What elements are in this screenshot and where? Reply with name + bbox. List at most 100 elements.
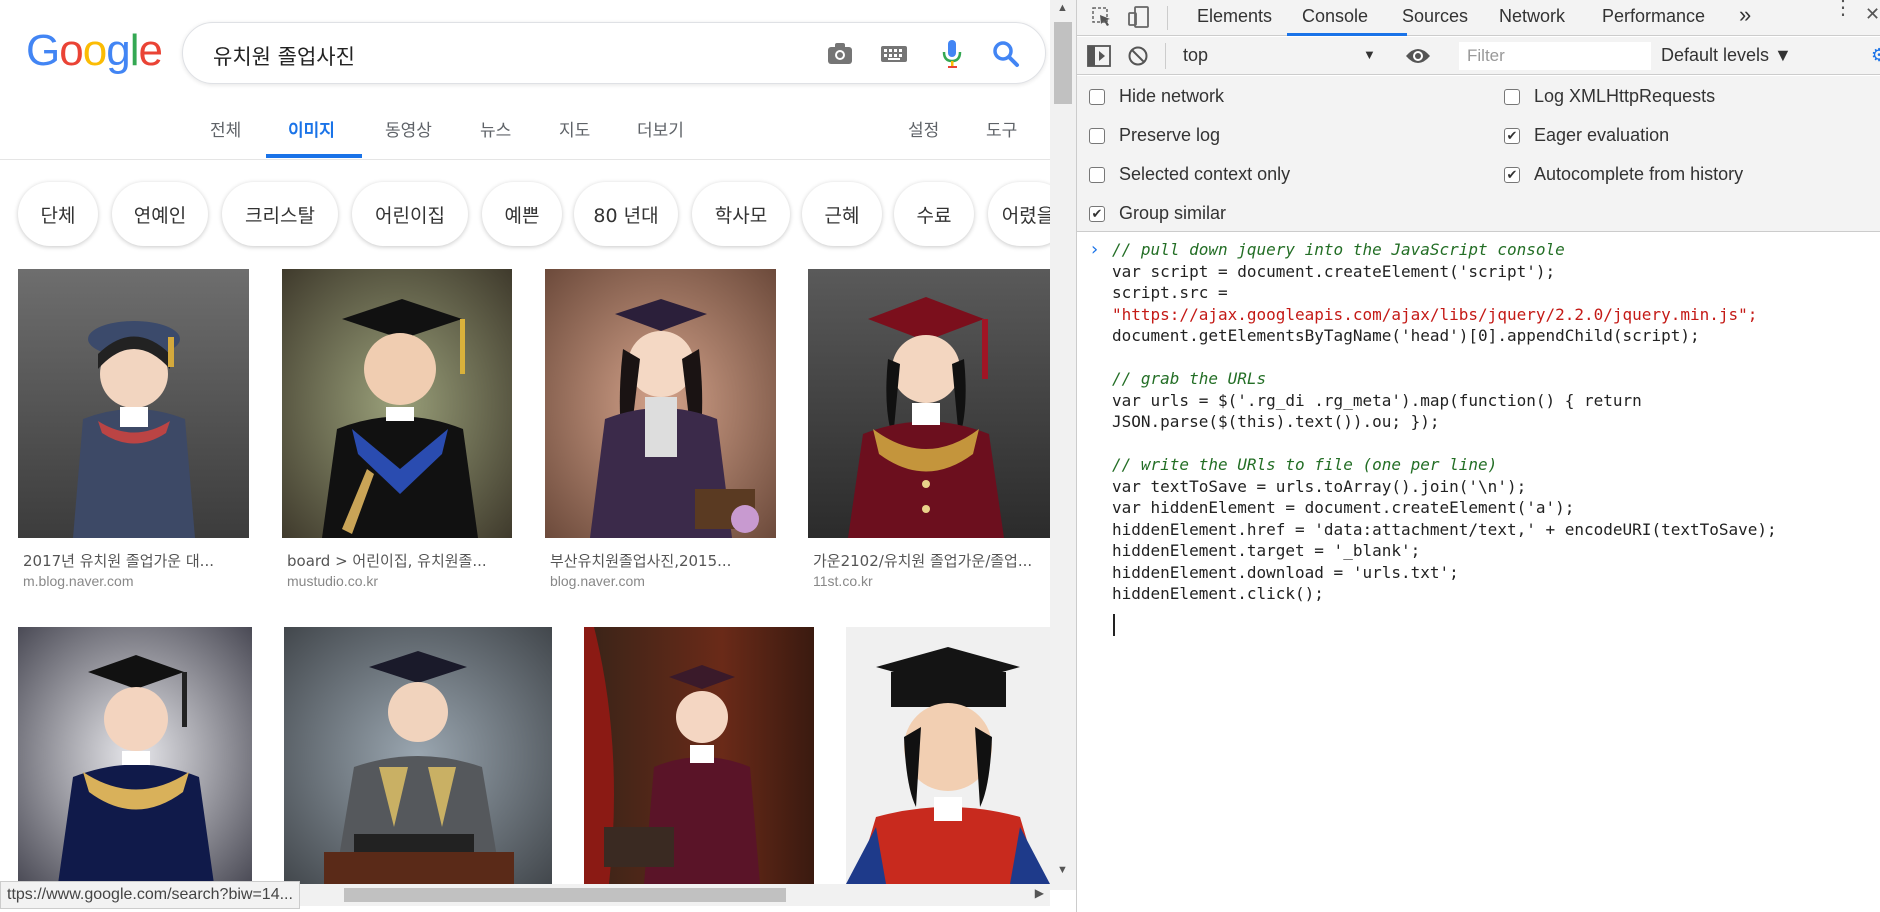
context-select[interactable]: top: [1183, 45, 1208, 66]
result-caption[interactable]: 2017년 유치원 졸업가운 대...: [23, 550, 248, 571]
chip[interactable]: 어렸을: [988, 182, 1050, 246]
chip[interactable]: 학사모: [692, 182, 790, 246]
scroll-down-arrow-icon[interactable]: ▼: [1057, 864, 1068, 876]
vertical-scrollbar[interactable]: ▲ ▼: [1050, 0, 1076, 890]
kebab-menu-icon[interactable]: ⋮: [1833, 0, 1853, 18]
context-dropdown-icon[interactable]: ▼: [1363, 47, 1376, 62]
camera-icon[interactable]: [825, 39, 855, 69]
checkbox-checked-icon[interactable]: ✔: [1504, 127, 1520, 144]
scroll-right-arrow-icon[interactable]: ▶: [1035, 886, 1044, 900]
code-line: "https://ajax.googleapis.com/ajax/libs/j…: [1112, 304, 1758, 324]
option-preserve-log[interactable]: Preserve log: [1089, 125, 1220, 146]
result-image[interactable]: [808, 269, 1050, 538]
checkbox[interactable]: [1089, 88, 1105, 105]
option-hide-network[interactable]: Hide network: [1089, 86, 1224, 107]
log-levels-select[interactable]: Default levels ▼: [1661, 45, 1792, 66]
option-label: Autocomplete from history: [1534, 164, 1744, 184]
google-logo[interactable]: Google: [26, 26, 163, 76]
option-label: Preserve log: [1119, 125, 1221, 145]
chip[interactable]: 연예인: [112, 182, 208, 246]
checkbox[interactable]: [1089, 127, 1105, 144]
inspect-element-icon[interactable]: [1091, 6, 1113, 33]
option-group-similar[interactable]: ✔ Group similar: [1089, 203, 1226, 224]
scroll-up-arrow-icon[interactable]: ▲: [1057, 2, 1068, 14]
tab-tools[interactable]: 도구: [986, 116, 1017, 141]
text-cursor: [1113, 614, 1115, 636]
search-icon[interactable]: [991, 39, 1021, 69]
result-source: 11st.co.kr: [813, 573, 873, 589]
result-image[interactable]: [846, 627, 1050, 884]
sidebar-toggle-icon[interactable]: [1087, 45, 1111, 72]
more-tabs-icon[interactable]: »: [1739, 2, 1751, 28]
chip[interactable]: 단체: [18, 182, 98, 246]
eye-icon[interactable]: [1405, 46, 1431, 71]
code-line: var urls = $('.rg_di .rg_meta').map(func…: [1112, 390, 1642, 410]
console-output[interactable]: › // pull down jquery into the JavaScrip…: [1077, 236, 1880, 912]
chip[interactable]: 어린이집: [352, 182, 468, 246]
result-caption[interactable]: 가운2102/유치원 졸업가운/졸업...: [813, 550, 1050, 571]
checkbox-checked-icon[interactable]: ✔: [1504, 166, 1520, 183]
clear-console-icon[interactable]: [1127, 45, 1149, 72]
chip[interactable]: 수료: [894, 182, 974, 246]
option-log-xhr[interactable]: Log XMLHttpRequests: [1504, 86, 1715, 107]
chip[interactable]: 80 년대: [574, 182, 678, 246]
gear-icon[interactable]: ⚙: [1871, 45, 1880, 66]
option-label: Log XMLHttpRequests: [1534, 86, 1716, 106]
result-image[interactable]: [284, 627, 552, 884]
tab-elements[interactable]: Elements: [1197, 6, 1272, 27]
option-selected-context[interactable]: Selected context only: [1089, 164, 1290, 185]
result-image[interactable]: [545, 269, 776, 538]
tab-sources[interactable]: Sources: [1402, 6, 1468, 27]
tab-settings[interactable]: 설정: [908, 116, 939, 141]
chip[interactable]: 예쁜: [482, 182, 562, 246]
checkbox[interactable]: [1089, 166, 1105, 183]
code-line: // grab the URLs: [1112, 369, 1267, 388]
search-box[interactable]: 유치원 졸업사진: [182, 22, 1046, 84]
result-image[interactable]: [584, 627, 814, 884]
result-caption[interactable]: 부산유치원졸업사진,2015...: [550, 550, 775, 571]
option-label: Eager evaluation: [1534, 125, 1670, 145]
divider: [1167, 6, 1168, 30]
checkbox[interactable]: [1504, 88, 1520, 105]
tab-network[interactable]: Network: [1499, 6, 1565, 27]
tab-images[interactable]: 이미지: [288, 116, 335, 141]
code-line: hiddenElement.click();: [1112, 584, 1324, 603]
tab-videos[interactable]: 동영상: [385, 116, 432, 141]
divider: [1165, 43, 1166, 69]
chip[interactable]: 크리스탈: [222, 182, 338, 246]
option-label: Group similar: [1119, 203, 1227, 223]
active-tab-underline: [1287, 33, 1407, 36]
scrollbar-thumb[interactable]: [1054, 22, 1072, 104]
tab-more[interactable]: 더보기: [637, 116, 684, 141]
option-autocomplete-history[interactable]: ✔ Autocomplete from history: [1504, 164, 1743, 185]
microphone-icon[interactable]: [937, 39, 967, 69]
code-line: // pull down jquery into the JavaScript …: [1112, 240, 1565, 259]
chip[interactable]: 근혜: [802, 182, 882, 246]
tab-all[interactable]: 전체: [210, 116, 241, 141]
scrollbar-thumb[interactable]: [344, 888, 786, 902]
tab-console[interactable]: Console: [1302, 6, 1368, 27]
result-image[interactable]: [18, 269, 249, 538]
option-eager-evaluation[interactable]: ✔ Eager evaluation: [1504, 125, 1669, 146]
result-image[interactable]: [282, 269, 512, 538]
search-input[interactable]: 유치원 졸업사진: [213, 41, 355, 71]
filter-input[interactable]: Filter: [1459, 42, 1651, 70]
status-url: ttps://www.google.com/search?biw=14...: [0, 881, 300, 909]
keyboard-icon[interactable]: [879, 39, 909, 69]
result-image[interactable]: [18, 627, 252, 884]
code-line: var textToSave = urls.toArray().join('\n…: [1112, 476, 1527, 496]
device-toolbar-icon[interactable]: [1127, 5, 1151, 34]
code-line: script.src =: [1112, 283, 1228, 302]
active-tab-underline: [266, 154, 362, 158]
result-caption[interactable]: board > 어린이집, 유치원졸...: [287, 550, 512, 571]
tab-maps[interactable]: 지도: [559, 116, 590, 141]
search-tabs: 전체 이미지 동영상 뉴스 지도 더보기 설정 도구: [0, 100, 1050, 160]
tab-performance[interactable]: Performance: [1602, 6, 1705, 27]
result-source: blog.naver.com: [550, 573, 645, 589]
close-icon[interactable]: ✕: [1865, 4, 1880, 25]
code-line: ​: [1112, 433, 1777, 455]
checkbox-checked-icon[interactable]: ✔: [1089, 205, 1105, 222]
related-chips: 단체 연예인 크리스탈 어린이집 예쁜 80 년대 학사모 근혜 수료 어렸을: [0, 182, 1050, 248]
tab-news[interactable]: 뉴스: [480, 116, 511, 141]
console-input[interactable]: // pull down jquery into the JavaScript …: [1112, 239, 1777, 605]
